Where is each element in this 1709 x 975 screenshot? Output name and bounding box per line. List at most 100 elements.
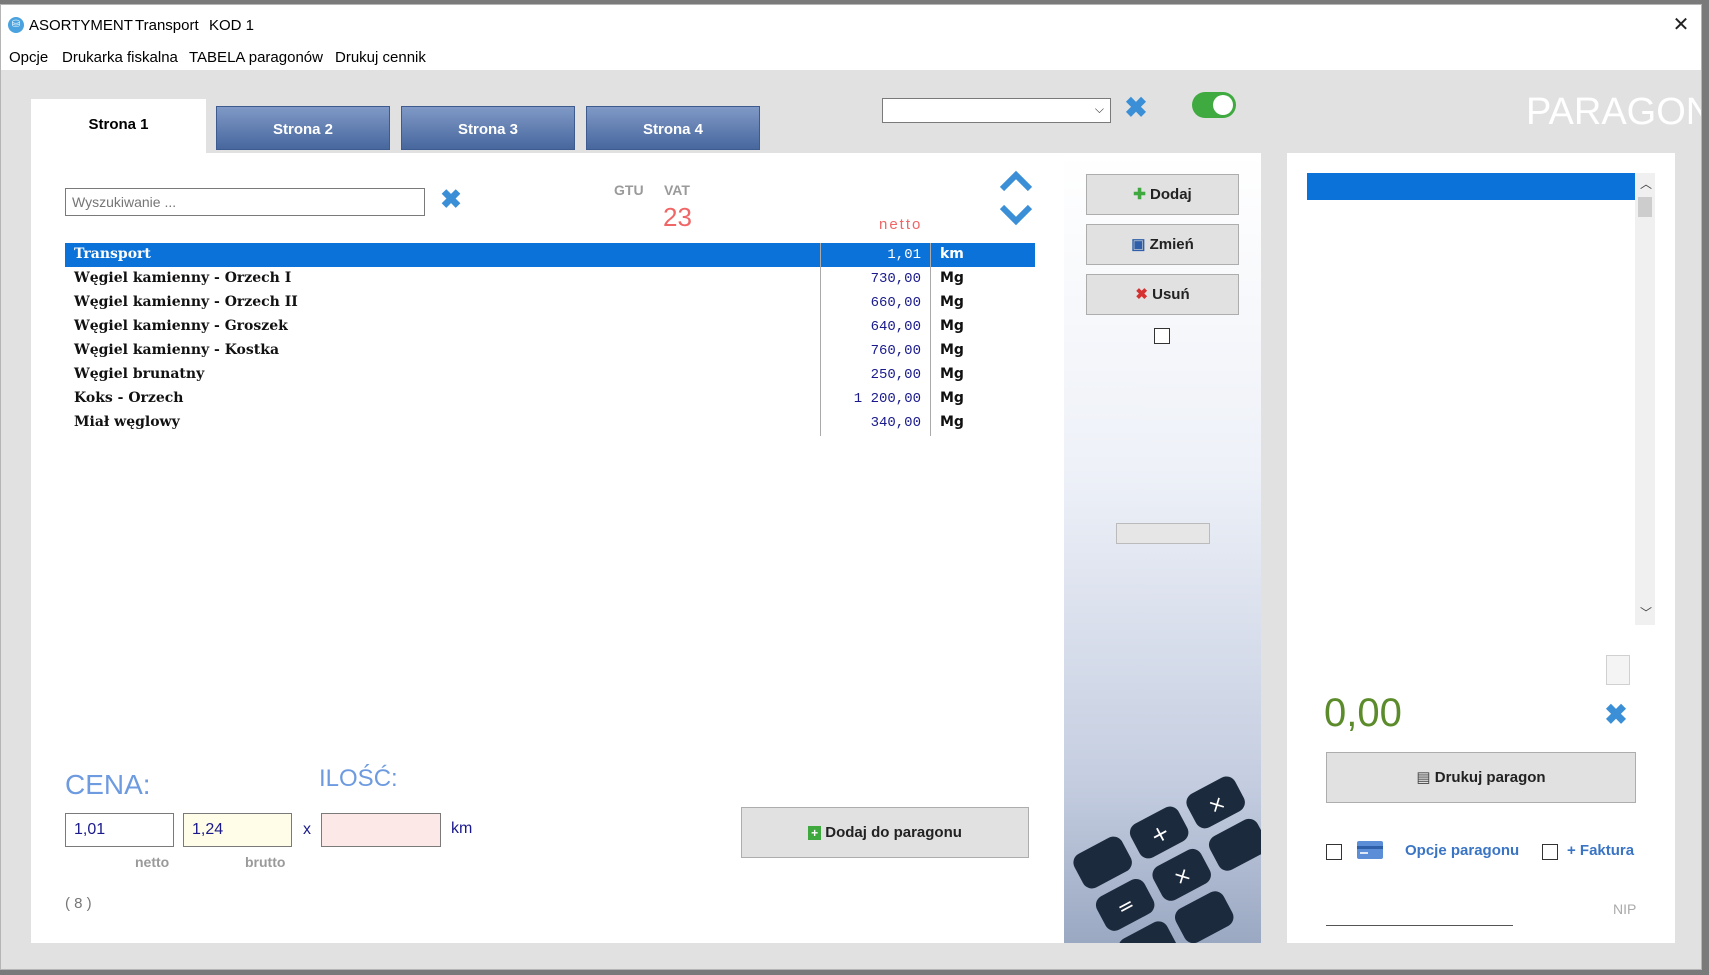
tab-strona-4[interactable]: Strona 4 [586, 106, 760, 150]
save-disk-icon: ▣ [1131, 236, 1146, 253]
column-separator [820, 243, 821, 436]
product-unit: Mg [940, 318, 964, 334]
product-unit: Mg [940, 366, 964, 382]
print-receipt-label: Drukuj paragon [1434, 769, 1546, 786]
column-separator [930, 243, 931, 436]
product-price: 1 200,00 [853, 391, 921, 407]
price-netto-field[interactable]: 1,01 [65, 813, 174, 847]
item-count: ( 8 ) [65, 895, 92, 912]
document-icon[interactable] [1606, 655, 1630, 685]
multiply-sign: x [303, 821, 311, 838]
product-name: Węgiel kamienny - Orzech I [74, 270, 292, 286]
netto-label: netto [135, 854, 170, 870]
clear-receipt-x-icon[interactable]: ✖ [1601, 700, 1631, 730]
print-receipt-button[interactable]: ▤ Drukuj paragon [1326, 752, 1636, 803]
scroll-up-down-icon[interactable] [998, 169, 1034, 227]
product-price: 760,00 [870, 343, 921, 359]
product-row[interactable]: Miał węglowy 340,00 Mg [65, 411, 1035, 435]
receipt-total: 0,00 [1324, 691, 1402, 735]
vat-header: VAT [664, 182, 690, 198]
product-price: 1,01 [887, 247, 921, 263]
nip-label: NIP [1613, 901, 1637, 917]
receipt-options-link[interactable]: Opcje paragonu [1405, 842, 1519, 859]
receipt-doc-icon: ▤ [1416, 769, 1431, 786]
change-product-button[interactable]: ▣ Zmień [1086, 224, 1239, 265]
product-price: 340,00 [870, 415, 921, 431]
quantity-unit: km [451, 820, 473, 837]
cena-label: CENA: [65, 769, 151, 800]
vat-value: 23 [663, 202, 692, 232]
product-row[interactable]: Węgiel kamienny - Orzech II 660,00 Mg [65, 291, 1035, 315]
menu-drukarka-fiskalna[interactable]: Drukarka fiskalna [62, 49, 178, 66]
product-unit: Mg [940, 270, 964, 286]
product-row[interactable]: Węgiel kamienny - Groszek 640,00 Mg [65, 315, 1035, 339]
brutto-label: brutto [245, 854, 286, 870]
search-input[interactable] [65, 188, 425, 216]
chevron-down-icon: ⌵ [1094, 102, 1104, 116]
paragon-heading: PARAGON [1526, 91, 1702, 133]
product-unit: Mg [940, 414, 964, 430]
delete-button-label: Usuń [1152, 286, 1190, 303]
product-price: 730,00 [870, 271, 921, 287]
menu-opcje[interactable]: Opcje [9, 49, 48, 66]
product-unit: Mg [940, 342, 964, 358]
plus-icon: ✚ [1133, 186, 1146, 203]
window-title-app: ASORTYMENT [29, 17, 133, 34]
product-row[interactable]: Koks - Orzech 1 200,00 Mg [65, 387, 1035, 411]
tab-strona-1[interactable]: Strona 1 [31, 99, 206, 153]
scroll-thumb[interactable] [1638, 197, 1652, 217]
clear-dropdown-x-icon[interactable]: ✖ [1121, 93, 1151, 123]
add-product-button[interactable]: ✚ Dodaj [1086, 174, 1239, 215]
product-name: Węgiel kamienny - Kostka [74, 342, 280, 358]
app-window: ⛁ ASORTYMENT Transport KOD 1 ✕ Opcje Dru… [0, 4, 1702, 970]
product-name: Miał węglowy [74, 414, 180, 430]
scroll-down-icon[interactable]: ﹀ [1640, 604, 1652, 621]
card-payment-icon[interactable] [1356, 840, 1384, 860]
receipt-selected-row[interactable] [1307, 173, 1635, 200]
menu-drukuj-cennik[interactable]: Drukuj cennik [335, 49, 426, 66]
product-list: Transport 1,01 km Węgiel kamienny - Orzech … [65, 243, 1035, 435]
delete-product-button[interactable]: ✖ Usuń [1086, 274, 1239, 315]
invoice-checkbox[interactable] [1542, 844, 1558, 860]
product-row[interactable]: Transport 1,01 km [65, 243, 1035, 267]
ilosc-label: ILOŚĆ: [319, 765, 398, 792]
tab-strona-3[interactable]: Strona 3 [401, 106, 575, 150]
receipt-options-checkbox[interactable] [1326, 844, 1342, 860]
title-bar [1, 5, 1701, 40]
product-price: 660,00 [870, 295, 921, 311]
receipt-scrollbar[interactable]: ︿ ﹀ [1635, 173, 1655, 625]
add-to-receipt-label: Dodaj do paragonu [825, 824, 962, 841]
window-title-group: Transport [135, 17, 199, 34]
menu-tabela-paragonow[interactable]: TABELA paragonów [189, 49, 323, 66]
product-name: Węgiel kamienny - Groszek [74, 318, 288, 334]
product-unit: Mg [940, 294, 964, 310]
mode-toggle[interactable] [1192, 92, 1236, 118]
product-unit: Mg [940, 390, 964, 406]
product-row[interactable]: Węgiel kamienny - Kostka 760,00 Mg [65, 339, 1035, 363]
tab-strona-2[interactable]: Strona 2 [216, 106, 390, 150]
side-checkbox[interactable] [1154, 328, 1170, 344]
invoice-link[interactable]: + Faktura [1567, 842, 1634, 859]
delete-x-icon: ✖ [1135, 286, 1148, 303]
product-unit: km [940, 246, 964, 262]
scroll-up-icon[interactable]: ︿ [1640, 175, 1652, 192]
product-name: Transport [74, 246, 151, 262]
clear-search-x-icon[interactable]: ✖ [437, 185, 465, 213]
progress-bar [1116, 523, 1210, 544]
gtu-header: GTU [614, 182, 644, 198]
app-icon: ⛁ [8, 17, 24, 33]
close-window-icon[interactable]: ✕ [1669, 13, 1693, 37]
product-row[interactable]: Węgiel kamienny - Orzech I 730,00 Mg [65, 267, 1035, 291]
add-to-receipt-button[interactable]: + Dodaj do paragonu [741, 807, 1029, 858]
product-name: Koks - Orzech [74, 390, 184, 406]
top-dropdown[interactable]: ⌵ [882, 98, 1111, 123]
quantity-field[interactable] [321, 813, 441, 847]
product-row[interactable]: Węgiel brunatny 250,00 Mg [65, 363, 1035, 387]
calculator-keys-image: + × = × [1073, 776, 1261, 943]
product-name: Węgiel kamienny - Orzech II [74, 294, 298, 310]
nip-field[interactable] [1326, 925, 1513, 926]
plus-box-icon: + [808, 826, 822, 840]
price-brutto-field[interactable]: 1,24 [183, 813, 292, 847]
netto-header: netto [879, 216, 923, 233]
receipt-list[interactable] [1307, 173, 1655, 625]
